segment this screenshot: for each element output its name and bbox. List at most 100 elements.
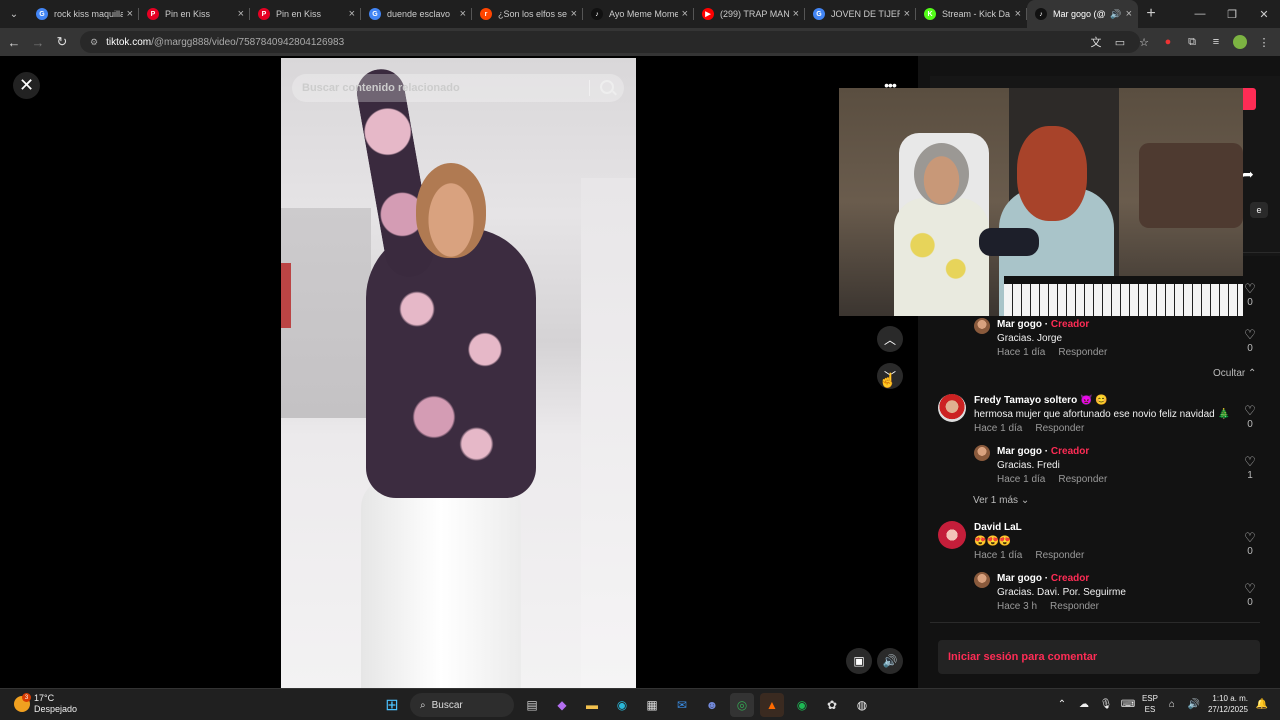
tab-close-icon[interactable]: × <box>238 8 244 20</box>
tab-close-icon[interactable]: × <box>682 8 688 20</box>
network-icon[interactable]: ⌂ <box>1164 699 1180 710</box>
username-text: Mar gogo <box>997 573 1042 584</box>
url-bar[interactable]: ⚙ tiktok.com/@margg888/video/75878409428… <box>80 31 1140 53</box>
discord-icon[interactable]: ☻ <box>700 693 724 717</box>
browser-tab[interactable]: P Pin en Kiss × <box>250 0 361 28</box>
browser-tab[interactable]: ♪ Ayo Meme Mome × <box>583 0 694 28</box>
back-icon[interactable]: ← <box>2 35 26 50</box>
copilot-icon[interactable]: ◆ <box>550 693 574 717</box>
comment-username[interactable]: Fredy Tamayo soltero 👿 😊 <box>974 395 1108 406</box>
browser-tab[interactable]: Gduende esclavo × <box>361 0 472 28</box>
obs-icon[interactable]: ◍ <box>850 693 874 717</box>
maximize-icon[interactable]: ❐ <box>1216 8 1248 21</box>
tab-close-icon[interactable]: × <box>1126 8 1132 20</box>
related-search-input[interactable]: Buscar contenido relacionado <box>292 74 624 102</box>
spotify-icon[interactable]: ◉ <box>790 693 814 717</box>
menu-icon[interactable]: ⋮ <box>1256 32 1272 52</box>
reply-link[interactable]: Responder <box>1050 601 1099 612</box>
extension-red-icon[interactable]: ● <box>1160 32 1176 52</box>
tab-close-icon[interactable]: × <box>127 8 133 20</box>
volume-tray-icon[interactable]: 🔊 <box>1186 699 1202 710</box>
picture-in-picture-window[interactable] <box>839 88 1243 316</box>
reading-list-icon[interactable]: ≡ <box>1208 32 1224 52</box>
close-window-icon[interactable]: ✕ <box>1248 8 1280 21</box>
heart-icon: ♡ <box>1244 327 1256 342</box>
like-button[interactable]: ♡ 0 <box>1240 404 1260 430</box>
tray-expand-icon[interactable]: ⌃ <box>1054 699 1070 710</box>
new-tab-button[interactable]: + <box>1138 5 1164 23</box>
embed-icon[interactable]: e <box>1250 202 1268 218</box>
avatar[interactable] <box>974 445 990 461</box>
minimize-icon[interactable]: — <box>1184 8 1216 21</box>
onedrive-icon[interactable]: ☁ <box>1076 699 1092 710</box>
reply-link[interactable]: Responder <box>1035 423 1084 434</box>
edge-icon[interactable]: ◉ <box>610 693 634 717</box>
pip-toggle-button[interactable]: ▣ <box>846 648 872 674</box>
comment-username[interactable]: Mar gogo · Creador <box>997 573 1089 584</box>
hide-replies-link[interactable]: Ocultar ⌃ <box>1213 368 1256 379</box>
reply-link[interactable]: Responder <box>1058 474 1107 485</box>
task-view-icon[interactable]: ▤ <box>520 693 544 717</box>
reply-link[interactable]: Responder <box>1035 550 1084 561</box>
clock[interactable]: 1:10 a. m. 27/12/2025 <box>1208 693 1248 715</box>
view-more-replies-link[interactable]: Ver 1 más ⌄ <box>973 495 1029 506</box>
previous-video-button[interactable]: ︿ <box>877 326 903 352</box>
like-button-top[interactable]: ♡ 0 <box>1240 282 1260 308</box>
reload-icon[interactable]: ↻ <box>50 34 74 50</box>
video-player[interactable]: Buscar contenido relacionado <box>281 58 636 688</box>
app-orange-icon[interactable]: ▲ <box>760 693 784 717</box>
browser-tab[interactable]: ▶ (299) TRAP MAN × <box>694 0 805 28</box>
share-icon[interactable]: ➦ <box>1242 166 1254 183</box>
like-button[interactable]: ♡ 0 <box>1240 582 1260 608</box>
weather-widget[interactable]: 3 17°C Despejado <box>14 693 77 715</box>
tab-close-icon[interactable]: × <box>793 8 799 20</box>
tab-close-icon[interactable]: × <box>1015 8 1021 20</box>
tab-audio-icon[interactable]: 🔊 <box>1110 9 1121 20</box>
extensions-icon[interactable]: ⧉ <box>1184 32 1200 52</box>
volume-button[interactable]: 🔊 <box>877 648 903 674</box>
comment-username[interactable]: Mar gogo · Creador <box>997 446 1089 457</box>
translate-icon[interactable]: 文 <box>1088 32 1104 52</box>
keyboard-icon[interactable]: ⌨ <box>1120 699 1136 710</box>
browser-tab[interactable]: K Stream - Kick Da × <box>916 0 1027 28</box>
avatar[interactable] <box>938 521 966 549</box>
bookmark-star-icon[interactable]: ☆ <box>1136 32 1152 52</box>
tab-close-icon[interactable]: × <box>460 8 466 20</box>
store-icon[interactable]: ▦ <box>640 693 664 717</box>
login-to-comment-button[interactable]: Iniciar sesión para comentar <box>938 640 1260 674</box>
tab-close-icon[interactable]: × <box>904 8 910 20</box>
browser-tab[interactable]: ♪ Mar gogo (@ 🔊 × <box>1027 0 1138 28</box>
profile-avatar[interactable] <box>1232 32 1248 52</box>
tab-close-icon[interactable]: × <box>571 8 577 20</box>
language-indicator[interactable]: ESP ES <box>1142 693 1158 715</box>
like-count: 0 <box>1247 297 1253 308</box>
like-button[interactable]: ♡ 0 <box>1240 531 1260 557</box>
notifications-icon[interactable]: 🔔 <box>1254 699 1270 710</box>
like-button[interactable]: ♡ 1 <box>1240 455 1260 481</box>
search-icon[interactable] <box>600 80 614 94</box>
tab-close-icon[interactable]: × <box>349 8 355 20</box>
mail-icon[interactable]: ✉ <box>670 693 694 717</box>
avatar[interactable] <box>938 394 966 422</box>
windows-start-icon[interactable]: ⊞ <box>380 693 404 717</box>
tab-search-icon[interactable]: ⌄ <box>0 0 28 28</box>
close-video-button[interactable]: ✕ <box>13 72 40 99</box>
like-button[interactable]: ♡ 0 <box>1240 328 1260 354</box>
browser-tab[interactable]: P Pin en Kiss × <box>139 0 250 28</box>
taskbar-search[interactable]: ⌕ Buscar <box>410 693 514 717</box>
browser-tab[interactable]: Grock kiss maquilla × <box>28 0 139 28</box>
reply-link[interactable]: Responder <box>1058 347 1107 358</box>
mic-icon[interactable]: 🎙 <box>1098 699 1114 710</box>
browser-tab[interactable]: r ¿Son los elfos se × <box>472 0 583 28</box>
file-explorer-icon[interactable]: ▬ <box>580 693 604 717</box>
comment-username[interactable]: Mar gogo · Creador <box>997 319 1089 330</box>
avatar[interactable] <box>974 572 990 588</box>
avatar[interactable] <box>974 318 990 334</box>
chrome-icon[interactable]: ◎ <box>730 693 754 717</box>
site-info-icon[interactable]: ⚙ <box>90 37 98 48</box>
comment-username[interactable]: David LaL <box>974 522 1022 533</box>
settings-app-icon[interactable]: ✿ <box>820 693 844 717</box>
cast-icon[interactable]: ▭ <box>1112 32 1128 52</box>
browser-tab[interactable]: G JOVEN DE TIJERA × <box>805 0 916 28</box>
forward-icon[interactable]: → <box>26 35 50 50</box>
